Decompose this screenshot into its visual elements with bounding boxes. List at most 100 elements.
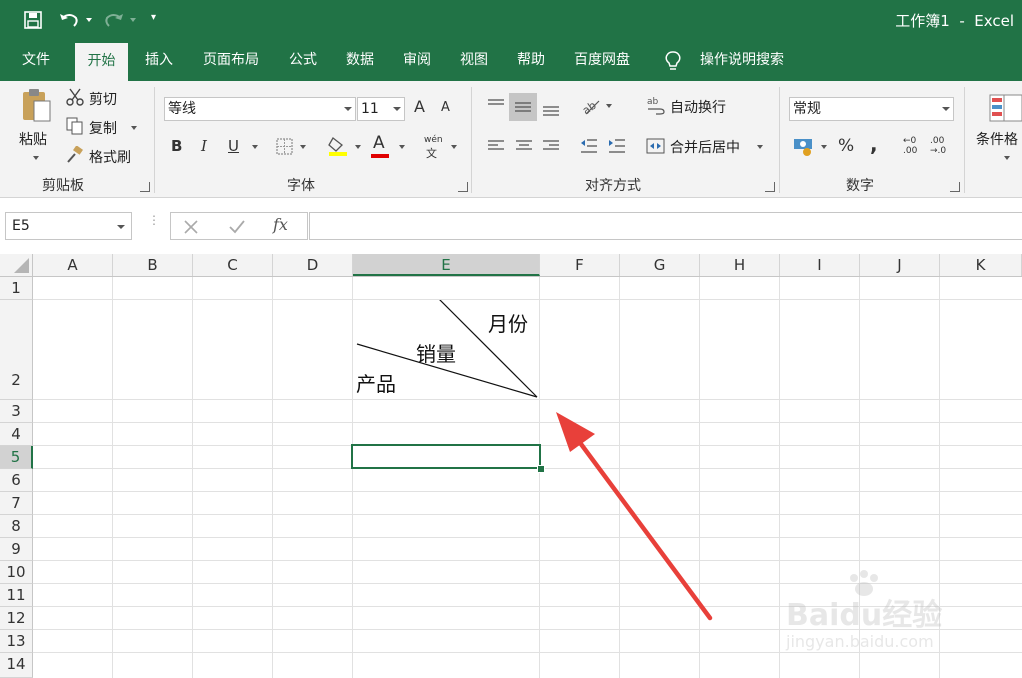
font-color-dropdown-icon[interactable] — [399, 145, 405, 149]
row-header-8[interactable]: 8 — [0, 515, 33, 538]
align-top-icon[interactable] — [486, 97, 506, 113]
conditional-formatting-button[interactable]: 条件格 — [976, 129, 1018, 149]
redo-dropdown-icon[interactable] — [130, 18, 136, 22]
undo-dropdown-icon[interactable] — [86, 18, 92, 22]
column-header-e[interactable]: E — [353, 254, 540, 276]
column-header-k[interactable]: K — [940, 254, 1022, 276]
copy-icon[interactable] — [66, 117, 84, 135]
underline-dropdown-icon[interactable] — [252, 145, 258, 149]
paste-dropdown-icon[interactable] — [33, 156, 39, 160]
orientation-dropdown-icon[interactable] — [606, 104, 612, 108]
percent-style-button[interactable]: % — [838, 136, 854, 156]
tab-insert[interactable]: 插入 — [135, 40, 183, 81]
tab-review[interactable]: 审阅 — [393, 40, 441, 81]
grow-font-icon[interactable]: A — [414, 97, 425, 116]
conditional-formatting-icon[interactable] — [988, 93, 1022, 125]
row-header-2[interactable]: 2 — [0, 300, 33, 400]
column-header-b[interactable]: B — [113, 254, 193, 276]
accounting-format-icon[interactable] — [793, 137, 817, 157]
shrink-font-icon[interactable]: A — [441, 100, 450, 115]
row-header-9[interactable]: 9 — [0, 538, 33, 561]
undo-icon[interactable] — [58, 10, 80, 30]
redo-icon[interactable] — [103, 10, 125, 30]
row-header-13[interactable]: 13 — [0, 630, 33, 653]
clipboard-launcher-icon[interactable] — [140, 182, 150, 192]
alignment-launcher-icon[interactable] — [765, 182, 775, 192]
align-middle-button[interactable] — [509, 93, 537, 121]
borders-icon[interactable] — [276, 138, 294, 156]
active-cell-e5[interactable] — [351, 444, 541, 469]
row-header-5[interactable]: 5 — [0, 446, 33, 469]
column-header-g[interactable]: G — [620, 254, 700, 276]
accounting-dropdown-icon[interactable] — [821, 145, 827, 149]
column-header-a[interactable]: A — [33, 254, 113, 276]
tab-help[interactable]: 帮助 — [507, 40, 555, 81]
font-launcher-icon[interactable] — [458, 182, 468, 192]
select-all-button[interactable] — [0, 254, 33, 276]
merge-dropdown-icon[interactable] — [757, 145, 763, 149]
tell-me-search[interactable]: 操作说明搜索 — [690, 40, 794, 81]
increase-indent-icon[interactable] — [607, 137, 627, 155]
formula-input[interactable] — [309, 212, 1022, 240]
tab-formulas[interactable]: 公式 — [279, 40, 327, 81]
increase-decimal-button[interactable]: ←0 .00 — [903, 136, 917, 156]
phonetic-dropdown-icon[interactable] — [451, 145, 457, 149]
row-header-1[interactable]: 1 — [0, 277, 33, 300]
font-color-icon[interactable]: A — [373, 133, 385, 153]
row-header-4[interactable]: 4 — [0, 423, 33, 446]
wrap-text-button[interactable]: 自动换行 — [670, 97, 726, 117]
bold-button[interactable]: B — [171, 137, 182, 155]
cancel-icon[interactable] — [183, 219, 199, 235]
row-header-10[interactable]: 10 — [0, 561, 33, 584]
orientation-icon[interactable]: ab — [580, 95, 602, 117]
fill-color-dropdown-icon[interactable] — [355, 145, 361, 149]
row-header-11[interactable]: 11 — [0, 584, 33, 607]
formula-bar-splitter[interactable]: ⋮ — [148, 214, 160, 235]
insert-function-icon[interactable]: fx — [273, 215, 288, 234]
fill-color-icon[interactable] — [327, 135, 349, 157]
column-header-i[interactable]: I — [780, 254, 860, 276]
name-box[interactable]: E5 — [5, 212, 132, 240]
tab-page-layout[interactable]: 页面布局 — [193, 40, 269, 81]
wrap-text-icon[interactable]: ab — [646, 95, 666, 115]
decrease-indent-icon[interactable] — [579, 137, 599, 155]
row-header-14[interactable]: 14 — [0, 653, 33, 678]
cut-button[interactable]: 剪切 — [89, 89, 117, 109]
borders-dropdown-icon[interactable] — [300, 145, 306, 149]
merge-center-icon[interactable] — [646, 137, 666, 155]
align-left-icon[interactable] — [486, 138, 506, 154]
row-header-6[interactable]: 6 — [0, 469, 33, 492]
row-header-7[interactable]: 7 — [0, 492, 33, 515]
merge-center-button[interactable]: 合并后居中 — [670, 137, 740, 157]
conditional-dropdown-icon[interactable] — [1004, 156, 1010, 160]
row-header-12[interactable]: 12 — [0, 607, 33, 630]
tab-baidu-netdisk[interactable]: 百度网盘 — [564, 40, 640, 81]
format-painter-icon[interactable] — [66, 146, 84, 164]
copy-button[interactable]: 复制 — [89, 118, 117, 138]
align-center-icon[interactable] — [514, 138, 534, 154]
cell-e2[interactable]: 月份 销量 产品 — [353, 300, 539, 399]
number-launcher-icon[interactable] — [950, 182, 960, 192]
comma-style-button[interactable]: , — [870, 132, 878, 156]
enter-check-icon[interactable] — [228, 219, 246, 235]
underline-button[interactable]: U — [228, 137, 239, 155]
tab-home[interactable]: 开始 — [75, 43, 128, 81]
font-size-select[interactable]: 11 — [357, 97, 405, 121]
tab-file[interactable]: 文件 — [8, 40, 64, 81]
row-header-3[interactable]: 3 — [0, 400, 33, 423]
italic-button[interactable]: I — [201, 137, 207, 155]
copy-dropdown-icon[interactable] — [131, 126, 137, 130]
format-painter-button[interactable]: 格式刷 — [89, 147, 131, 167]
save-icon[interactable] — [24, 11, 44, 29]
align-right-icon[interactable] — [541, 138, 561, 154]
column-header-j[interactable]: J — [860, 254, 940, 276]
paste-icon[interactable] — [20, 87, 52, 123]
column-header-c[interactable]: C — [193, 254, 273, 276]
font-name-select[interactable]: 等线 — [164, 97, 356, 121]
scissors-icon[interactable] — [66, 88, 84, 106]
phonetic-guide-icon[interactable]: wén 文 — [424, 135, 443, 161]
number-format-select[interactable]: 常规 — [789, 97, 954, 121]
tab-view[interactable]: 视图 — [450, 40, 498, 81]
customize-icon[interactable]: ▾ — [151, 12, 156, 23]
paste-button[interactable]: 粘贴 — [19, 129, 47, 149]
